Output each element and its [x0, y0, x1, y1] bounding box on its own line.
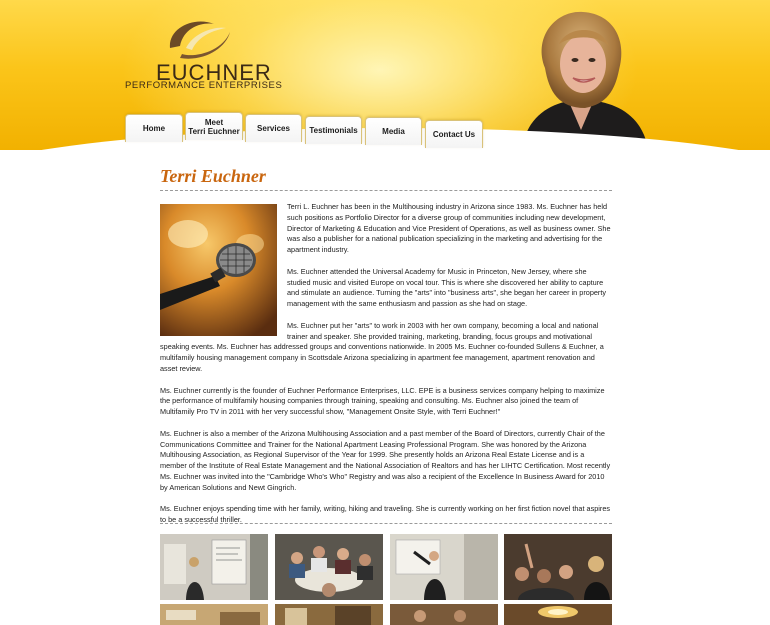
workshop-tables-photo-icon[interactable]: [275, 534, 383, 600]
person-portrait-icon: [523, 11, 647, 144]
bio-paragraph: Ms. Euchner currently is the founder of …: [160, 385, 605, 417]
tab-testimonials[interactable]: Testimonials: [305, 116, 362, 144]
gallery-divider: [160, 523, 612, 524]
title-divider: [160, 190, 612, 191]
tab-media[interactable]: Media: [365, 117, 422, 145]
tab-services-label: Services: [257, 124, 290, 133]
conference-room-photo-icon[interactable]: [160, 604, 268, 625]
chandelier-ballroom-photo-icon[interactable]: [504, 604, 612, 625]
training-presentation-photo-icon[interactable]: [160, 534, 268, 600]
tab-media-label: Media: [382, 127, 405, 136]
microphone-photo-icon: [160, 204, 277, 336]
site-logo[interactable]: EUCHNER PERFORMANCE ENTERPRISES: [120, 18, 290, 98]
tab-contact-us-label: Contact Us: [432, 130, 476, 139]
tab-meet-terri-label: Meet Terri Euchner: [188, 117, 240, 136]
page-title: Terri Euchner: [160, 166, 266, 186]
tab-services[interactable]: Services: [245, 114, 302, 142]
tab-contact-us[interactable]: Contact Us: [425, 120, 483, 148]
audience-raising-hands-photo-icon[interactable]: [504, 534, 612, 600]
tab-meet-terri[interactable]: Meet Terri Euchner: [185, 112, 243, 140]
tab-home-label: Home: [142, 124, 166, 133]
photo-gallery: [160, 534, 612, 625]
logo-tagline: PERFORMANCE ENTERPRISES: [125, 80, 283, 91]
presenter-at-screen-photo-icon[interactable]: [390, 534, 498, 600]
event-hall-photo-icon[interactable]: [275, 604, 383, 625]
bio-paragraph: Ms. Euchner is also a member of the Ariz…: [160, 428, 611, 492]
tab-testimonials-label: Testimonials: [309, 126, 358, 135]
tab-home[interactable]: Home: [125, 114, 183, 142]
logo-swoosh-icon: [169, 21, 230, 59]
main-content: Terri Euchner Terri L. Euchner has been …: [160, 165, 612, 537]
seminar-group-photo-icon[interactable]: [390, 604, 498, 625]
